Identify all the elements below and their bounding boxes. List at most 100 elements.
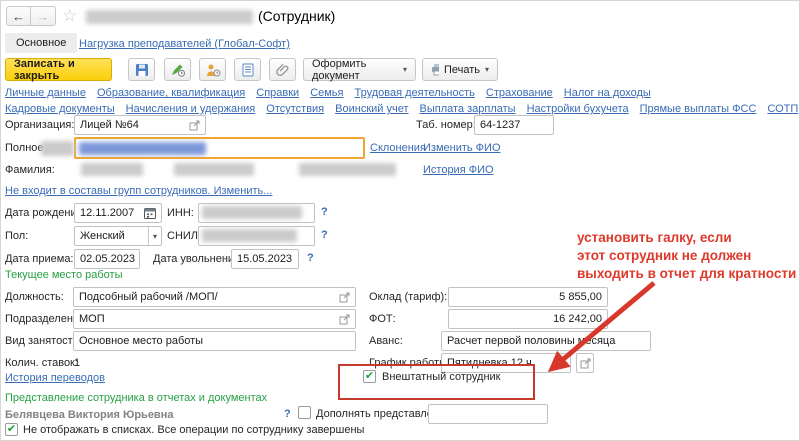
dismissal-date-value: 15.05.2023	[237, 253, 292, 265]
check-icon: ✔	[7, 424, 16, 435]
nav-link[interactable]: Прямые выплаты ФСС	[640, 103, 757, 115]
print-label: Печать	[444, 64, 480, 76]
rate-count-label: Колич. ставок:	[5, 357, 78, 369]
representation-section-header: Представление сотрудника в отчетах и док…	[5, 392, 267, 404]
change-fio-link[interactable]: Изменить ФИО	[423, 142, 501, 154]
tab-number-field[interactable]: 64-1237	[474, 115, 554, 135]
make-document-label: Оформить документ	[312, 58, 398, 82]
nav-links-row-2: Кадровые документы Начисления и удержани…	[5, 103, 798, 115]
firstname-redacted	[174, 163, 254, 176]
transfers-history-link[interactable]: История переводов	[5, 372, 105, 384]
nav-link[interactable]: Начисления и удержания	[126, 103, 256, 115]
nav-link[interactable]: Личные данные	[5, 87, 86, 99]
pencil-clock-icon	[170, 63, 186, 77]
position-value: Подсобный рабочий /МОП/	[79, 291, 218, 303]
employment-type-label: Вид занятости:	[5, 335, 82, 347]
gender-label: Пол:	[5, 230, 28, 242]
nav-link[interactable]: Выплата зарплаты	[420, 103, 516, 115]
print-button[interactable]: Печать ▾	[422, 58, 498, 81]
department-value: МОП	[79, 313, 105, 325]
nav-links-row-1: Личные данные Образование, квалификация …	[5, 87, 651, 99]
organization-value: Лицей №64	[80, 119, 139, 131]
birth-date-value: 12.11.2007	[80, 207, 134, 219]
back-button[interactable]: ←	[6, 6, 31, 26]
tab-number-label: Таб. номер:	[416, 119, 476, 131]
dropdown-caret-icon: ▾	[485, 65, 489, 74]
declensions-link[interactable]: Склонения	[370, 142, 426, 154]
tab-number-value: 64-1237	[480, 119, 520, 131]
supplement-representation-field[interactable]	[428, 404, 548, 424]
department-field[interactable]: МОП	[73, 309, 356, 329]
rate-count-value: 1	[74, 357, 80, 369]
snils-help-icon[interactable]: ?	[321, 229, 328, 241]
open-icon[interactable]	[339, 292, 350, 303]
nav-link[interactable]: Образование, квалификация	[97, 87, 245, 99]
fio-history-link[interactable]: История ФИО	[423, 164, 494, 176]
forward-icon: →	[37, 9, 50, 24]
edit-timesheet-button[interactable]	[164, 58, 191, 81]
employment-type-field[interactable]: Основное место работы	[73, 331, 356, 351]
nav-link[interactable]: СОТП	[767, 103, 798, 115]
organization-label: Организация:	[5, 119, 74, 131]
nav-link[interactable]: Настройки бухучета	[527, 103, 629, 115]
gender-combo[interactable]: Женский ▾	[74, 226, 162, 246]
red-highlight-box	[338, 364, 535, 400]
employee-groups-link[interactable]: Не входит в составы групп сотрудников. И…	[5, 185, 272, 197]
nav-link[interactable]: Налог на доходы	[564, 87, 651, 99]
patronymic-redacted	[299, 163, 396, 176]
hire-date-label: Дата приема:	[5, 253, 74, 265]
dismissal-help-icon[interactable]: ?	[307, 252, 314, 264]
hide-in-lists-checkbox[interactable]: ✔	[5, 423, 18, 436]
inn-help-icon[interactable]: ?	[321, 206, 328, 218]
combo-caret-icon[interactable]: ▾	[148, 227, 161, 245]
salary-label: Оклад (тариф):	[369, 291, 447, 303]
make-document-button[interactable]: Оформить документ ▾	[303, 58, 416, 81]
advance-label: Аванс:	[369, 335, 403, 347]
open-icon[interactable]	[339, 314, 350, 325]
dismissal-date-field[interactable]: 15.05.2023	[231, 249, 299, 269]
forward-button[interactable]: →	[31, 6, 56, 26]
hire-date-field[interactable]: 02.05.2023	[74, 249, 140, 269]
hide-in-lists-label: Не отображать в списках. Все операции по…	[23, 424, 364, 436]
calendar-icon[interactable]	[144, 207, 156, 219]
surname-redacted	[81, 163, 143, 176]
annotation-line: этот сотрудник не должен	[577, 247, 796, 265]
history-nav: ← →	[6, 6, 56, 26]
favorite-star-icon[interactable]: ☆	[62, 6, 77, 26]
nav-link[interactable]: Семья	[310, 87, 343, 99]
surname-label: Фамилия:	[5, 164, 55, 176]
organization-field[interactable]: Лицей №64	[74, 115, 206, 135]
annotation-line: установить галку, если	[577, 229, 796, 247]
attachments-button[interactable]	[269, 58, 296, 81]
nav-link[interactable]: Воинский учет	[335, 103, 408, 115]
nav-link[interactable]: Кадровые документы	[5, 103, 115, 115]
nav-link[interactable]: Справки	[256, 87, 299, 99]
nav-link[interactable]: Страхование	[486, 87, 553, 99]
birth-date-field[interactable]: 12.11.2007	[74, 203, 162, 223]
save-button[interactable]	[128, 58, 155, 81]
redacted-patch	[41, 141, 74, 156]
open-icon[interactable]	[189, 120, 200, 131]
person-clock-icon	[205, 63, 221, 77]
employment-type-value: Основное место работы	[79, 335, 203, 347]
document-list-button[interactable]	[234, 58, 261, 81]
responsible-person-button[interactable]	[199, 58, 226, 81]
inn-redacted	[202, 206, 302, 219]
annotation-arrow	[516, 273, 676, 385]
nav-link[interactable]: Трудовая деятельность	[355, 87, 475, 99]
employee-name-redacted	[86, 10, 253, 24]
nav-link[interactable]: Отсутствия	[266, 103, 324, 115]
tab-teacher-load-link[interactable]: Нагрузка преподавателей (Глобал-Софт)	[79, 38, 290, 50]
full-name-redacted-selection	[79, 142, 206, 155]
save-close-button[interactable]: Записать и закрыть	[5, 58, 112, 81]
tab-main[interactable]: Основное	[5, 33, 77, 53]
dismissal-date-label: Дата увольнения:	[153, 253, 243, 265]
print-icon	[431, 63, 439, 76]
inn-label: ИНН:	[167, 207, 194, 219]
position-label: Должность:	[5, 291, 64, 303]
hire-date-value: 02.05.2023	[80, 253, 135, 265]
supplement-representation-checkbox[interactable]	[298, 406, 311, 419]
representation-help-icon[interactable]: ?	[284, 408, 291, 420]
employee-representation-name: Белявцева Виктория Юрьевна	[5, 409, 173, 421]
position-field[interactable]: Подсобный рабочий /МОП/	[73, 287, 356, 307]
